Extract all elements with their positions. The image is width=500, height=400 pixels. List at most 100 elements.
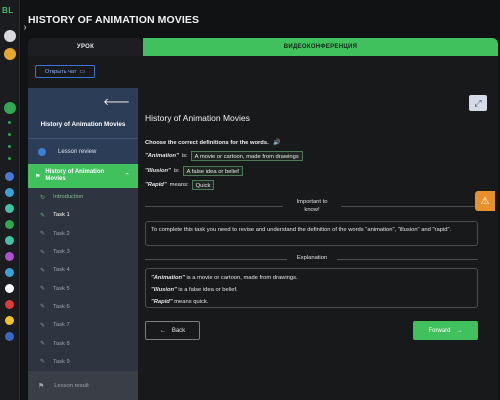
sidebar-item-task-7[interactable]: ✎ Task 7 — [28, 316, 138, 334]
course-sidebar: 🡐 History of Animation Movies Lesson rev… — [28, 88, 138, 400]
definition-verb: is: — [173, 168, 180, 174]
arrow-left-icon[interactable]: 🡐 — [103, 96, 130, 108]
back-label: Back — [171, 327, 186, 334]
explanation-line: "Animation" is a movie or cartoon, made … — [151, 272, 472, 284]
sidebar-item-label: Lesson review — [58, 148, 97, 155]
forward-label: Forward — [428, 327, 451, 334]
app-icon[interactable] — [5, 316, 14, 325]
sidebar-item-task-8[interactable]: ✎ Task 8 — [28, 334, 138, 352]
definition-word: "Illusion" — [145, 168, 171, 174]
app-rail: BL — [0, 0, 20, 400]
sidebar-item-introduction[interactable]: ↻ Introduction — [28, 188, 138, 206]
status-dot — [8, 157, 11, 160]
sidebar-item-lesson-review[interactable]: Lesson review — [28, 139, 138, 164]
explanation-word: "Animation" — [151, 275, 185, 281]
important-label-line: know! — [304, 207, 320, 213]
sidebar-item-label: Task 9 — [53, 358, 70, 365]
sidebar-item-lesson-result[interactable]: ⚑ Lesson result — [28, 371, 138, 400]
sidebar-item-label: Task 8 — [53, 340, 70, 347]
app-icon[interactable] — [5, 252, 14, 261]
intro-icon: ↻ — [40, 194, 46, 201]
explanation-label: Explanation — [287, 255, 337, 261]
expand-icon[interactable]: ⤢ — [469, 95, 487, 111]
definition-row: "Rapid" means: Quick — [145, 180, 215, 190]
sidebar-item-task-6[interactable]: ✎ Task 6 — [28, 298, 138, 316]
sidebar-item-label: Task 2 — [53, 230, 70, 237]
chat-app-icon[interactable] — [4, 102, 16, 114]
arrow-left-icon: ← — [159, 327, 166, 334]
answer-field[interactable]: A movie or cartoon, made from drawings — [190, 151, 303, 161]
sidebar-item-task-1[interactable]: ✎ Task 1 — [28, 206, 138, 224]
answer-field[interactable]: Quick — [191, 180, 215, 190]
sidebar-item-label: Task 4 — [53, 267, 70, 274]
sidebar-item-task-3[interactable]: ✎ Task 3 — [28, 243, 138, 261]
app-icon[interactable] — [5, 300, 14, 309]
chevron-up-icon[interactable]: ⌃ — [124, 172, 130, 180]
forward-button[interactable]: Forward → — [413, 321, 478, 340]
task-list: ↻ Introduction ✎ Task 1 ✎ Task 2 ✎ Task … — [28, 188, 138, 400]
explanation-line: "Illusion" is a false idea or belief. — [151, 284, 472, 296]
app-icon[interactable] — [5, 188, 14, 197]
flag-icon: ⚑ — [38, 382, 45, 390]
tab-videoconference[interactable]: ВИДЕОКОНФЕРЕНЦИЯ — [143, 38, 498, 56]
edit-icon: ✎ — [40, 286, 46, 293]
app-icon[interactable] — [5, 268, 14, 277]
explanation-word: "Illusion" — [151, 287, 177, 293]
main-tabs: УРОК ВИДЕОКОНФЕРЕНЦИЯ — [28, 38, 498, 56]
edit-icon: ✎ — [40, 359, 46, 366]
sidebar-item-label: Lesson result — [54, 382, 89, 389]
edit-icon: ✎ — [40, 231, 46, 238]
edit-icon: ✎ — [40, 267, 46, 274]
important-label-line: Important to — [296, 199, 328, 205]
definition-verb: is: — [181, 153, 188, 159]
sidebar-item-label: Task 5 — [53, 285, 70, 292]
sidebar-section-label: History of Animation Movies — [45, 169, 105, 182]
status-dot — [8, 145, 11, 148]
sidebar-item-task-9[interactable]: ✎ Task 9 — [28, 353, 138, 371]
info-icon — [38, 147, 46, 156]
explanation-box: "Animation" is a movie or cartoon, made … — [145, 268, 478, 308]
flag-icon: ⚑ — [35, 173, 41, 180]
sidebar-item-task-4[interactable]: ✎ Task 4 — [28, 261, 138, 279]
sidebar-item-task-5[interactable]: ✎ Task 5 — [28, 279, 138, 297]
sidebar-header: 🡐 History of Animation Movies — [28, 88, 138, 138]
page-title: HISTORY OF ANIMATION MOVIES — [28, 14, 200, 26]
sidebar-item-label: Task 3 — [53, 249, 70, 256]
chat-icon: ▭ — [79, 69, 86, 75]
definition-verb: means: — [169, 182, 189, 188]
avatar[interactable] — [4, 30, 16, 42]
definition-row: "Animation" is: A movie or cartoon, made… — [145, 151, 303, 161]
important-label: Important to know! — [283, 198, 341, 214]
app-icon[interactable] — [5, 220, 14, 229]
app-icon[interactable] — [5, 332, 14, 341]
speaker-icon[interactable]: 🔊 — [273, 140, 280, 146]
app-icon[interactable] — [5, 236, 14, 245]
app-icon[interactable] — [5, 204, 14, 213]
definition-word: "Animation" — [145, 153, 179, 159]
tab-lesson[interactable]: УРОК — [28, 38, 143, 56]
sidebar-item-task-2[interactable]: ✎ Task 2 — [28, 225, 138, 243]
status-dot — [8, 121, 11, 124]
app-icon[interactable] — [5, 172, 14, 181]
open-chat-button[interactable]: Открыть чат ▭ — [35, 65, 95, 78]
edit-icon: ✎ — [40, 212, 46, 219]
definition-row: "Illusion" is: A false idea or belief — [145, 166, 243, 176]
app-icon[interactable] — [5, 284, 14, 293]
sidebar-item-label: Introduction — [53, 194, 84, 201]
task-instruction: Choose the correct definitions for the w… — [145, 139, 281, 146]
edit-icon: ✎ — [40, 322, 46, 329]
coin-icon[interactable] — [4, 48, 16, 60]
arrow-right-icon: → — [456, 327, 463, 334]
definition-word: "Rapid" — [145, 182, 167, 188]
sidebar-section-active[interactable]: ⚑ History of Animation Movies ⌃ — [28, 164, 138, 188]
open-chat-label: Открыть чат — [44, 68, 77, 75]
sidebar-item-label: Task 7 — [53, 322, 70, 329]
warning-icon[interactable]: ⚠ — [475, 191, 495, 211]
explanation-line: "Rapid" means quick. — [151, 296, 472, 308]
explanation-text: is a movie or cartoon, made from drawing… — [184, 275, 298, 281]
back-button[interactable]: ← Back — [145, 321, 200, 340]
explanation-word: "Rapid" — [151, 299, 173, 305]
brand-logo: BL — [2, 6, 14, 15]
edit-icon: ✎ — [40, 249, 46, 256]
answer-field[interactable]: A false idea or belief — [182, 166, 243, 176]
